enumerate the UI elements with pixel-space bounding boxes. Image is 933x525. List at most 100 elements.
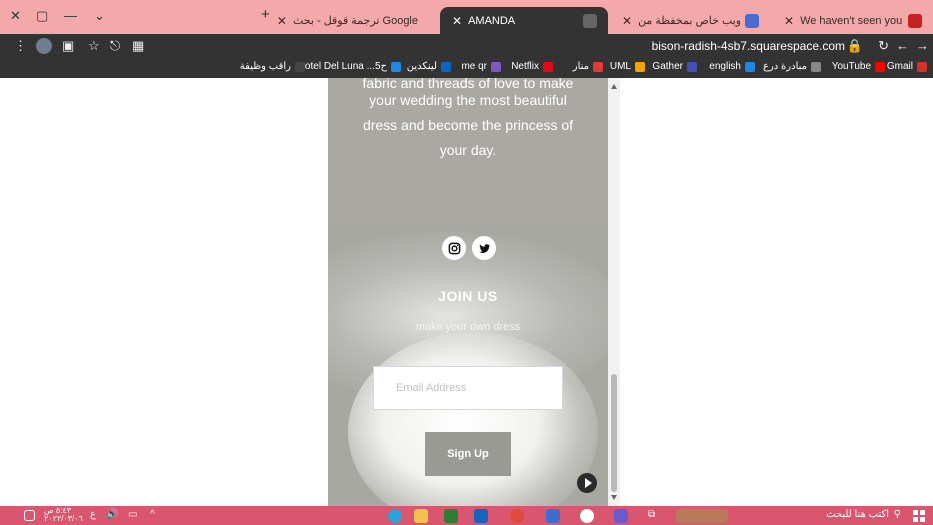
bookmark-linkedin[interactable]: لينكدين <box>407 61 451 72</box>
app-icon[interactable] <box>444 509 458 523</box>
bookmark-job-watch[interactable]: راقب وظيفة <box>240 61 305 72</box>
youtube-icon <box>875 61 885 72</box>
store-icon[interactable] <box>614 509 628 523</box>
bookmark-meqr[interactable]: me qr <box>461 61 501 72</box>
tab-label: We haven't seen you in the class <box>800 14 903 27</box>
netflix-icon <box>543 61 553 72</box>
bookmark-label: مبادرة درع <box>763 61 807 72</box>
battery-icon[interactable]: ▭ <box>128 509 137 520</box>
notification-icon[interactable] <box>24 510 35 521</box>
tab-label: AMANDA <box>468 14 516 27</box>
volume-icon[interactable]: 🔊 <box>106 509 118 520</box>
forward-arrow-icon[interactable]: → <box>916 38 929 53</box>
hero-line: dress and become the princess of <box>362 117 574 133</box>
bookmark-daraa[interactable]: مبادرة درع <box>763 61 821 72</box>
qr-icon <box>491 61 501 72</box>
task-view-icon[interactable]: ⧉ <box>648 509 655 520</box>
telegram-icon[interactable] <box>388 509 402 523</box>
uml-icon <box>635 61 645 72</box>
tab-label: إنشاء موقع ويب خاص بمخفظة من <box>638 15 740 27</box>
bookmark-label: Netflix <box>511 61 539 72</box>
bookmark-gmail[interactable]: Gmail <box>887 61 927 72</box>
tab-amanda[interactable]: ✕ AMANDA <box>440 7 608 34</box>
email-input[interactable] <box>373 366 563 410</box>
gmail-favicon-icon <box>908 13 922 28</box>
close-window-icon[interactable]: ✕ <box>10 8 21 24</box>
sign-up-button[interactable]: Sign Up <box>425 432 511 476</box>
page-viewport: fabric and threads of love to make your … <box>0 78 933 506</box>
bookmark-label: Hotel Del Luna ...5ح <box>297 61 387 72</box>
scroll-up-arrow-icon[interactable] <box>611 84 617 89</box>
bookmark-youtube[interactable]: YouTube <box>832 61 885 72</box>
address-bar: ⋮ ▣ ☆ ⎋ ▦ bison-radish-4sb7.squarespace.… <box>0 34 933 58</box>
file-explorer-icon[interactable] <box>414 509 428 523</box>
hero-section: fabric and threads of love to make your … <box>328 78 608 222</box>
bookmark-star-icon[interactable]: ☆ <box>88 38 100 54</box>
bookmarks-bar: Gmail YouTube مبادرة درع english Gather … <box>0 58 933 78</box>
tab-search-icon[interactable]: ⌄ <box>94 8 105 24</box>
twitter-icon[interactable] <box>472 236 496 260</box>
close-tab-icon[interactable]: ✕ <box>622 14 632 28</box>
edge-icon[interactable] <box>580 509 594 523</box>
bookmark-label: Gmail <box>886 61 913 72</box>
instagram-icon[interactable] <box>442 236 466 260</box>
bookmark-netflix[interactable]: Netflix <box>511 61 553 72</box>
site-favicon-icon <box>745 13 759 28</box>
join-us-heading: JOIN US <box>438 288 498 304</box>
tab-create-website[interactable]: ✕ إنشاء موقع ويب خاص بمخفظة من <box>610 7 770 34</box>
bookmark-uml[interactable]: UML <box>610 61 645 72</box>
globe-icon <box>811 61 821 72</box>
search-box[interactable]: اكتب هنا للبحث <box>826 509 889 520</box>
windows-start-icon[interactable] <box>913 510 925 522</box>
chevron-up-icon[interactable]: ^ <box>150 509 155 520</box>
mail-icon[interactable] <box>474 509 488 523</box>
gmail-icon <box>917 61 927 72</box>
bookmark-english[interactable]: english <box>709 61 755 72</box>
language-indicator[interactable]: ع <box>90 509 96 520</box>
bookmark-label: Gather <box>652 61 683 72</box>
clock-date: ٢٠٢٢/٠٣/٠٦ <box>44 514 83 523</box>
minimize-window-icon[interactable]: — <box>64 8 77 23</box>
job-icon <box>295 61 305 72</box>
join-us-subtitle: make your own dress <box>415 321 521 333</box>
url-text[interactable]: bison-radish-4sb7.squarespace.com <box>652 39 845 53</box>
close-tab-icon[interactable]: ✕ <box>452 14 462 28</box>
hero-line-clipped: fabric and threads of love to make <box>362 78 574 88</box>
hotel-icon <box>391 61 401 72</box>
widgets-icon[interactable] <box>676 509 728 523</box>
profile-avatar[interactable] <box>36 38 52 54</box>
tab-label: ترجمة قوقل - بحث Google <box>292 15 418 27</box>
taskbar: ٥:٤٣ ص ٢٠٢٢/٠٣/٠٦ ع 🔊 ▭ ^ ⧉ اكتب هنا للبح… <box>0 506 933 525</box>
tab-google-translate[interactable]: ✕ ترجمة قوقل - بحث Google <box>276 7 434 34</box>
bookmark-label: لينكدين <box>406 61 437 72</box>
search-icon[interactable]: ⚲ <box>894 509 901 520</box>
close-tab-icon[interactable]: ✕ <box>784 14 794 28</box>
linkedin-icon <box>441 61 451 72</box>
share-icon[interactable]: ⎋ <box>110 38 120 54</box>
bookmark-gather[interactable]: Gather <box>652 61 697 72</box>
bookmark-label: UML <box>609 61 631 72</box>
page-scrollbar[interactable] <box>608 78 620 506</box>
bookmark-label: راقب وظيفة <box>239 61 291 72</box>
scroll-down-arrow-icon[interactable] <box>611 495 617 500</box>
hero-text: fabric and threads of love to make your … <box>328 78 608 163</box>
chrome-icon[interactable] <box>510 509 524 523</box>
new-tab-button[interactable]: + <box>261 6 270 23</box>
scroll-thumb[interactable] <box>611 374 617 492</box>
graduation-cap-favicon-icon <box>583 13 597 28</box>
clock[interactable]: ٥:٤٣ ص ٢٠٢٢/٠٣/٠٦ <box>44 507 83 523</box>
extension-icon[interactable]: ▦ <box>132 38 144 54</box>
tab-gmail-class[interactable]: ✕ We haven't seen you in the class <box>772 7 933 34</box>
bookmark-manar[interactable]: منار <box>573 61 603 72</box>
play-icon[interactable] <box>577 473 597 493</box>
menu-icon[interactable]: ⋮ <box>14 38 27 54</box>
back-arrow-icon[interactable]: ← <box>896 38 909 53</box>
reload-icon[interactable]: ↻ <box>878 38 889 54</box>
sidebar-icon[interactable]: ▣ <box>62 38 74 54</box>
newsletter-section: JOIN US make your own dress Sign Up <box>328 222 608 506</box>
app-icon[interactable] <box>546 509 560 523</box>
restore-window-icon[interactable]: ▢ <box>36 8 48 24</box>
hero-line: your day. <box>439 142 497 158</box>
close-tab-icon[interactable]: ✕ <box>277 14 287 28</box>
bookmark-hotel-del-luna[interactable]: Hotel Del Luna ...5ح <box>298 61 401 72</box>
